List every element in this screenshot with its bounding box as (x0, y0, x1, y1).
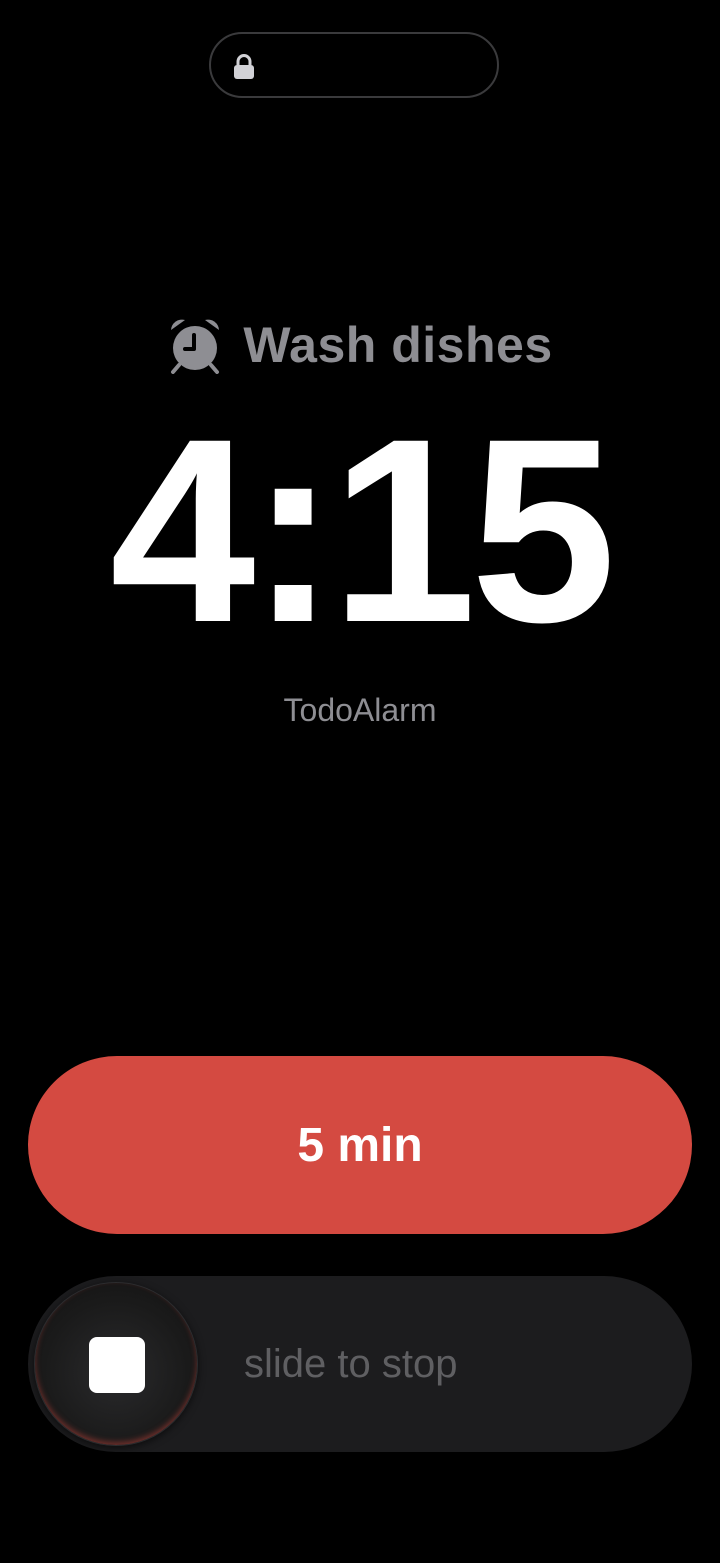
slide-to-stop-label: slide to stop (244, 1342, 458, 1386)
snooze-button-label: 5 min (297, 1118, 423, 1172)
dynamic-island (209, 32, 499, 98)
alarm-clock-icon (171, 319, 220, 374)
slide-to-stop-track[interactable]: slide to stop (28, 1276, 692, 1452)
lock-icon (234, 54, 254, 79)
alarm-title: Wash dishes (243, 317, 553, 373)
slide-to-stop-handle[interactable] (34, 1282, 198, 1446)
stop-square-icon (89, 1337, 145, 1393)
app-name-label: TodoAlarm (283, 692, 437, 728)
alarm-title-row: Wash dishes (0, 312, 720, 378)
alarm-time: 4:15 (109, 384, 616, 677)
snooze-button[interactable]: 5 min (28, 1056, 692, 1234)
